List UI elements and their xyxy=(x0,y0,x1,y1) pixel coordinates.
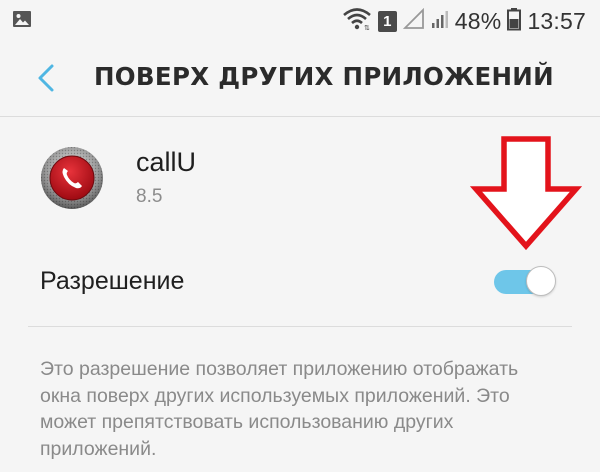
sim-badge: 1 xyxy=(377,10,397,32)
signal-outline-icon xyxy=(402,7,425,35)
app-name: callU xyxy=(136,147,197,177)
arrow-down-icon xyxy=(469,136,583,251)
red-arrow-annotation xyxy=(469,135,583,251)
permission-label: Разрешение xyxy=(40,267,185,295)
toggle-knob xyxy=(526,266,556,296)
svg-text:⇅: ⇅ xyxy=(364,25,370,31)
image-notification-icon xyxy=(12,9,32,34)
status-bar: ⇅ 1 48% 13:57 xyxy=(0,0,600,42)
battery-icon xyxy=(507,7,522,36)
clock: 13:57 xyxy=(527,7,586,34)
divider xyxy=(28,326,572,327)
signal-icon xyxy=(431,8,449,35)
wifi-icon: ⇅ xyxy=(342,7,372,36)
app-version: 8.5 xyxy=(136,186,163,207)
divider xyxy=(0,116,600,117)
page-title: ПОВЕРХ ДРУГИХ ПРИЛОЖЕНИЙ xyxy=(94,62,554,91)
permission-description: Это разрешение позволяет приложению отоб… xyxy=(40,358,519,460)
phone-record-icon xyxy=(41,147,103,209)
app-icon xyxy=(40,146,104,210)
app-bar: ПОВЕРХ ДРУГИХ ПРИЛОЖЕНИЙ xyxy=(0,42,600,116)
permission-toggle[interactable] xyxy=(490,264,556,300)
battery-percent: 48% xyxy=(454,7,502,34)
chevron-left-icon xyxy=(34,63,58,98)
back-button[interactable] xyxy=(26,60,66,100)
permission-row[interactable]: Разрешение xyxy=(0,250,600,314)
